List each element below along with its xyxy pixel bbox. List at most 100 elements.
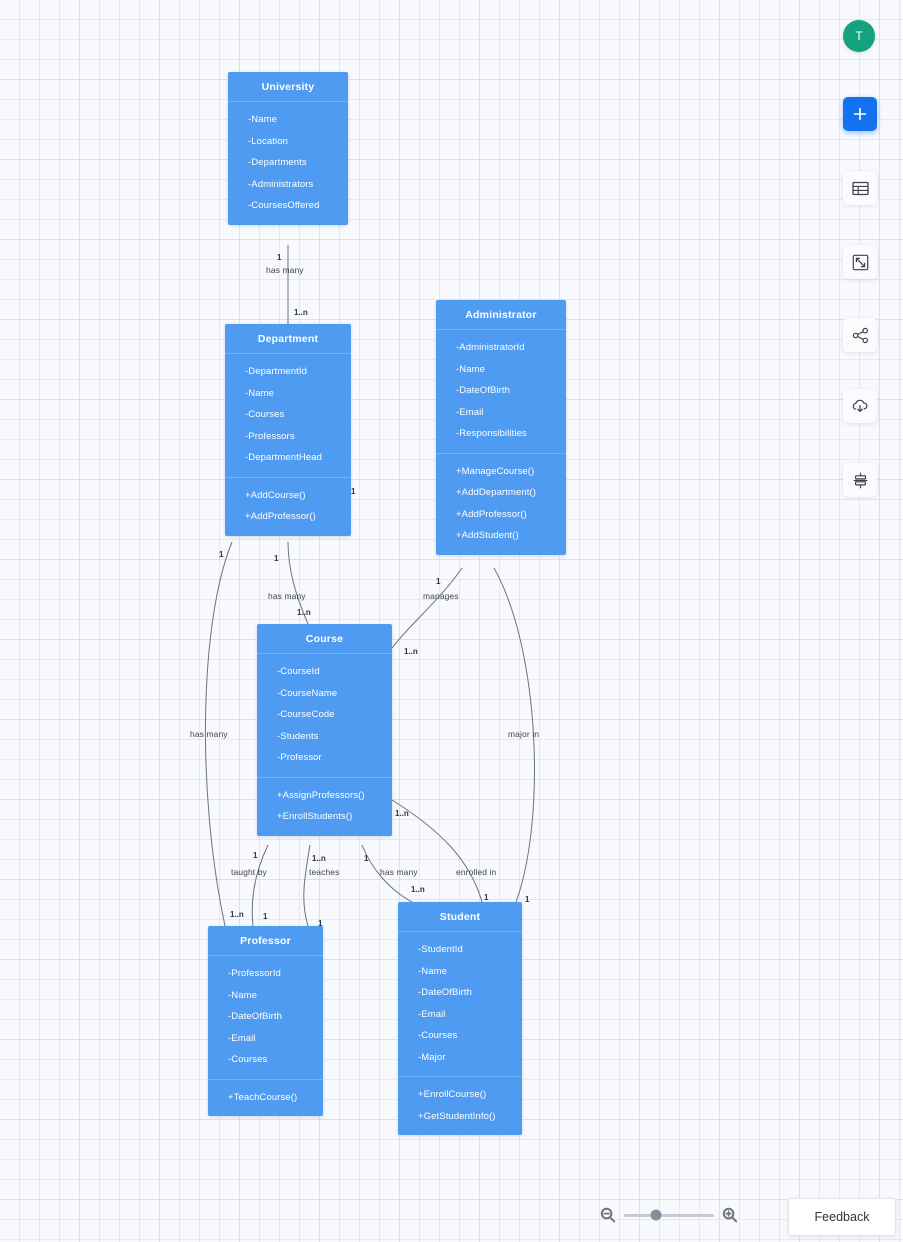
attribute-row: -Professors [245, 430, 295, 442]
attribute-row: -Location [248, 135, 288, 147]
attribute-row: -Name [248, 114, 278, 125]
multiplicity-label: 1 [525, 895, 530, 904]
methods-section-course: +AssignProfessors() +EnrollStudents() [257, 776, 392, 836]
share-nodes-icon [852, 327, 868, 343]
class-box-student[interactable]: Student -StudentId -Name -DateOfBirth -Email… [398, 902, 522, 1135]
class-title-professor: Professor [208, 926, 323, 956]
download-button[interactable] [843, 389, 877, 423]
attribute-row: -Name [456, 363, 486, 375]
multiplicity-label: 1..n [297, 608, 311, 617]
attribute-row: -Professor [277, 752, 322, 763]
user-avatar[interactable]: T [843, 20, 875, 52]
attribute-row: -DepartmentId [245, 366, 308, 377]
class-box-university[interactable]: University -Name -Location -Departments -Adm… [228, 72, 348, 225]
attribute-row: -CourseName [277, 687, 338, 699]
distribute-button[interactable] [843, 463, 877, 497]
class-title-department: Department [225, 324, 351, 354]
attributes-section-administrator: -AdministratorId -Name -DateOfBirth -Email -… [436, 330, 566, 453]
zoom-control-bar [600, 1200, 760, 1230]
attribute-row: -DateOfBirth [228, 1011, 282, 1022]
edge-label: enrolled in [456, 867, 497, 877]
share-button[interactable] [843, 318, 877, 352]
edge-label: major in [508, 729, 540, 739]
table-button[interactable] [843, 171, 877, 205]
class-title-university: University [228, 72, 348, 102]
attribute-row: -Name [418, 965, 448, 977]
attribute-row: -CoursesOffered [248, 200, 320, 211]
attribute-row: -CourseCode [277, 709, 335, 720]
attributes-section-department: -DepartmentId -Name -Courses -Professors -De… [225, 354, 351, 477]
attribute-row: -DepartmentHead [245, 452, 323, 463]
attribute-row: -DateOfBirth [456, 385, 510, 396]
method-row: +EnrollStudents() [277, 811, 353, 822]
zoom-out-button[interactable] [600, 1207, 616, 1223]
method-row: +ManageCourse() [456, 465, 535, 477]
attribute-row: -Email [228, 1032, 256, 1044]
add-button[interactable] [843, 97, 877, 131]
attribute-row: -Courses [245, 409, 285, 420]
multiplicity-label: 1..n [294, 308, 308, 317]
multiplicity-label: 1 [219, 550, 224, 559]
methods-section-administrator: +ManageCourse() +AddDepartment() +AddProfe… [436, 452, 566, 555]
feedback-button[interactable]: Feedback [788, 1198, 896, 1236]
attribute-row: -CourseId [277, 666, 320, 677]
attribute-row: -Administrators [248, 178, 314, 190]
method-row: +AddStudent() [456, 530, 519, 541]
multiplicity-label: 1 [436, 577, 441, 586]
attribute-row: -DateOfBirth [418, 987, 472, 998]
attribute-row: -AdministratorId [456, 342, 525, 353]
attributes-section-student: -StudentId -Name -DateOfBirth -Email -Course… [398, 932, 522, 1076]
method-row: +AddDepartment() [456, 487, 537, 498]
method-row: +AddProfessor() [245, 511, 316, 522]
method-row: +AssignProfessors() [277, 789, 365, 801]
method-row: +AddCourse() [245, 489, 306, 501]
methods-section-student: +EnrollCourse() +GetStudentInfo() [398, 1076, 522, 1135]
attribute-row: -Students [277, 730, 319, 742]
methods-section-professor: +TeachCourse() [208, 1078, 323, 1117]
multiplicity-label: 1 [484, 893, 489, 902]
feedback-label: Feedback [814, 1210, 870, 1224]
zoom-slider-thumb[interactable] [650, 1209, 661, 1221]
zoom-slider[interactable] [624, 1209, 714, 1221]
attribute-row: -Email [418, 1008, 446, 1020]
zoom-out-icon [600, 1207, 616, 1223]
attribute-row: -Name [245, 387, 275, 399]
class-box-department[interactable]: Department -DepartmentId -Name -Courses -Pro… [225, 324, 351, 536]
attribute-row: -Courses [228, 1054, 268, 1065]
distribute-icon [853, 472, 867, 488]
avatar-initial: T [855, 29, 863, 43]
table-icon [851, 181, 869, 195]
class-box-professor[interactable]: Professor -ProfessorId -Name -DateOfBirth -E… [208, 926, 323, 1116]
fullscreen-button[interactable] [843, 245, 877, 279]
method-row: +TeachCourse() [228, 1091, 298, 1103]
multiplicity-label: 1..n [395, 809, 409, 818]
multiplicity-label: 1..n [411, 885, 425, 894]
class-title-student: Student [398, 902, 522, 932]
multiplicity-label: 1 [364, 854, 369, 863]
edge-label: teaches [309, 867, 340, 877]
multiplicity-label: 1..n [312, 854, 326, 863]
zoom-in-button[interactable] [722, 1207, 738, 1223]
attribute-row: -Major [418, 1051, 446, 1063]
multiplicity-label: 1 [351, 487, 356, 496]
attributes-section-professor: -ProfessorId -Name -DateOfBirth -Email -Cour… [208, 956, 323, 1079]
multiplicity-label: 1 [274, 554, 279, 563]
edge-label: manages [423, 591, 459, 601]
class-box-course[interactable]: Course -CourseId -CourseName -CourseCode -St… [257, 624, 392, 836]
attribute-row: -Name [228, 989, 258, 1001]
edge-label: has many [380, 867, 418, 877]
multiplicity-label: 1 [263, 912, 268, 921]
class-box-administrator[interactable]: Administrator -AdministratorId -Name -DateO… [436, 300, 566, 555]
attribute-row: -StudentId [418, 944, 463, 955]
edge-label: taught by [231, 867, 267, 877]
class-title-administrator: Administrator [436, 300, 566, 330]
attribute-row: -Courses [418, 1030, 458, 1041]
attribute-row: -ProfessorId [228, 968, 281, 979]
method-row: +GetStudentInfo() [418, 1110, 496, 1122]
attribute-row: -Departments [248, 157, 307, 168]
plus-icon [853, 107, 867, 121]
multiplicity-label: 1 [253, 851, 258, 860]
method-row: +AddProfessor() [456, 508, 527, 520]
edge-label: has many [268, 591, 306, 601]
multiplicity-label: 1..n [230, 910, 244, 919]
